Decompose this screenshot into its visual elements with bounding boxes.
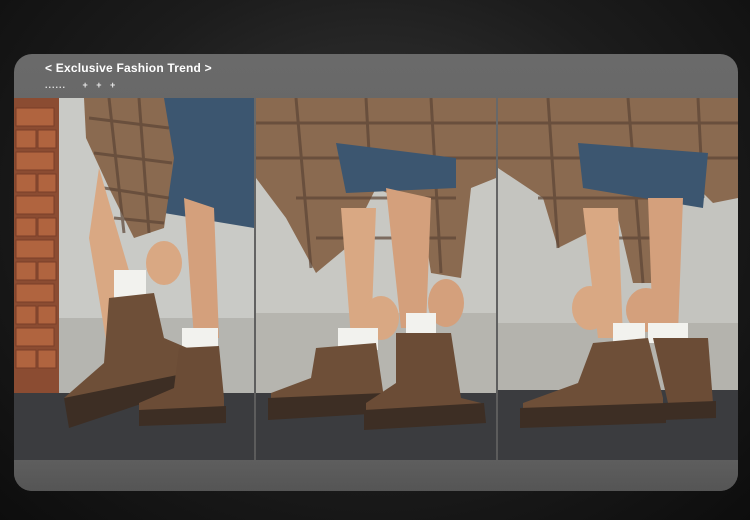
photo-panel-2: [256, 98, 496, 460]
photo-lacing-boot-side-view: [498, 98, 738, 460]
banner-header: < Exclusive Fashion Trend > ...... + + +: [14, 54, 738, 98]
photo-tying-boot-laces-standing: [256, 98, 496, 460]
banner-ornament: ...... + + +: [45, 80, 118, 90]
photo-panel-3: [498, 98, 738, 460]
banner-footer-strip: [14, 460, 738, 491]
photo-strip: [14, 98, 738, 460]
banner-title: < Exclusive Fashion Trend >: [45, 61, 212, 75]
banner-card: < Exclusive Fashion Trend > ...... + + +: [14, 54, 738, 491]
ornament-plus: + + +: [82, 80, 119, 90]
photo-panel-1: [14, 98, 254, 460]
ornament-dots: ......: [45, 80, 67, 90]
photo-lacing-boot-brick-wall: [14, 98, 254, 460]
